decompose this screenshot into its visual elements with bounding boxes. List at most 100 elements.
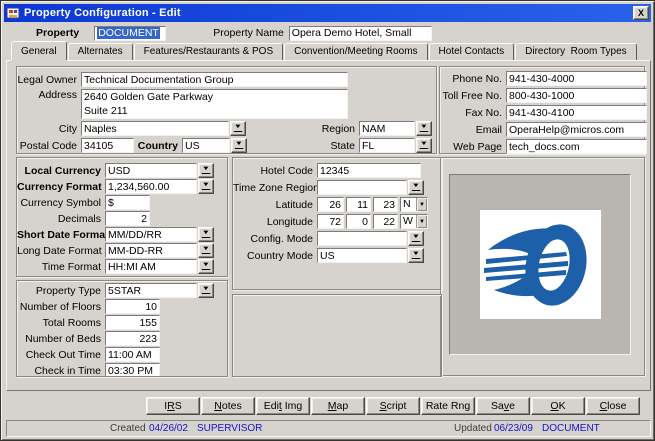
property-configuration-window: Property Configuration - Edit X Property… — [0, 0, 655, 441]
latitude-label: Latitude — [233, 199, 317, 211]
property-name-input[interactable] — [289, 26, 432, 41]
country-mode-lov-button[interactable]: ▼ — [408, 248, 424, 263]
tab-directory-room-types[interactable]: Directory Room Types — [515, 43, 637, 60]
tab-features-restaurants-pos[interactable]: Features/Restaurants & POS — [134, 43, 284, 60]
tab-convention-meeting-rooms[interactable]: Convention/Meeting Rooms — [284, 43, 427, 60]
number-of-beds-input[interactable] — [105, 331, 160, 346]
tab-alternates[interactable]: Alternates — [68, 43, 133, 60]
chevron-down-icon: ▼ — [416, 215, 427, 228]
email-input[interactable] — [506, 122, 647, 137]
address-line-1: 2640 Golden Gate Parkway — [84, 90, 345, 104]
close-button[interactable]: Close — [586, 397, 640, 415]
opera-logo-icon — [480, 210, 601, 319]
state-lov-button[interactable]: ▼ — [416, 138, 432, 153]
total-rooms-input[interactable] — [105, 315, 160, 330]
longitude-degrees-input[interactable] — [317, 214, 344, 229]
time-format-input[interactable] — [105, 259, 197, 274]
long-date-lov-button[interactable]: ▼ — [198, 243, 214, 258]
save-button[interactable]: Save — [476, 397, 530, 415]
phone-input[interactable] — [506, 71, 647, 86]
property-type-lov-button[interactable]: ▼ — [198, 283, 214, 298]
latitude-seconds-input[interactable] — [373, 197, 398, 212]
short-date-format-input[interactable] — [105, 227, 197, 242]
empty-panel — [232, 294, 442, 377]
time-zone-lov-button[interactable]: ▼ — [408, 180, 424, 195]
longitude-seconds-input[interactable] — [373, 214, 398, 229]
created-date: 04/26/02 — [149, 423, 188, 434]
list-of-values-icon: ▼ — [202, 231, 210, 238]
toll-free-input[interactable] — [506, 88, 647, 103]
created-by: SUPERVISOR — [197, 423, 262, 434]
postal-code-label: Postal Code — [17, 140, 81, 152]
region-input[interactable] — [359, 121, 415, 136]
longitude-label: Longitude — [233, 216, 317, 228]
irs-button[interactable]: IRS — [146, 397, 200, 415]
time-zone-region-input[interactable] — [317, 180, 407, 195]
map-button[interactable]: Map — [311, 397, 365, 415]
list-of-values-icon: ▼ — [420, 142, 428, 149]
latitude-direction-select[interactable]: N ▼ — [400, 197, 428, 212]
decimals-input[interactable] — [105, 211, 150, 226]
country-input[interactable] — [182, 138, 230, 153]
currency-symbol-input[interactable] — [105, 195, 150, 210]
property-image-group — [440, 157, 645, 376]
long-date-format-input[interactable] — [105, 243, 197, 258]
state-label: State — [313, 140, 359, 152]
country-mode-input[interactable] — [317, 248, 407, 263]
location-group: Hotel Code Time Zone Region ▼ Latitude N… — [232, 157, 442, 290]
ok-button[interactable]: OK — [531, 397, 585, 415]
number-of-floors-input[interactable] — [105, 299, 160, 314]
rate-rng-button[interactable]: Rate Rng — [421, 397, 475, 415]
tab-bar: General Alternates Features/Restaurants … — [11, 42, 638, 60]
currency-format-input[interactable] — [105, 179, 197, 194]
country-label: Country — [134, 140, 182, 152]
country-lov-button[interactable]: ▼ — [231, 138, 247, 153]
window-title: Property Configuration - Edit — [24, 7, 181, 19]
longitude-direction-select[interactable]: W ▼ — [400, 214, 428, 229]
total-rooms-label: Total Rooms — [17, 317, 105, 329]
property-input[interactable]: DOCUMENT — [94, 26, 166, 41]
local-currency-lov-button[interactable]: ▼ — [198, 163, 214, 178]
latitude-degrees-input[interactable] — [317, 197, 344, 212]
fax-input[interactable] — [506, 105, 647, 120]
state-input[interactable] — [359, 138, 415, 153]
longitude-minutes-input[interactable] — [346, 214, 371, 229]
created-label: Created — [110, 423, 146, 434]
legal-owner-input[interactable] — [81, 72, 348, 87]
postal-code-input[interactable] — [81, 138, 134, 153]
check-in-time-input[interactable] — [105, 363, 160, 377]
region-lov-button[interactable]: ▼ — [416, 121, 432, 136]
property-type-input[interactable] — [105, 283, 197, 298]
config-mode-lov-button[interactable]: ▼ — [408, 231, 424, 246]
app-icon — [6, 6, 20, 20]
city-lov-button[interactable]: ▼ — [230, 121, 246, 136]
time-format-label: Time Format — [17, 261, 105, 273]
currency-group: Local Currency ▼ Currency Format ▼ Curre… — [16, 157, 228, 277]
notes-button[interactable]: Notes — [201, 397, 255, 415]
local-currency-input[interactable] — [105, 163, 197, 178]
country-mode-label: Country Mode — [233, 250, 317, 262]
title-bar[interactable]: Property Configuration - Edit X — [4, 4, 651, 22]
tab-general[interactable]: General — [11, 41, 67, 60]
phone-label: Phone No. — [440, 73, 506, 85]
property-label: Property — [36, 27, 79, 39]
web-page-input[interactable] — [506, 139, 647, 154]
edit-img-button[interactable]: Edit Img — [256, 397, 310, 415]
number-of-beds-label: Number of Beds — [17, 333, 105, 345]
close-window-button[interactable]: X — [633, 6, 649, 20]
hotel-code-input[interactable] — [317, 163, 421, 178]
config-mode-input[interactable] — [317, 231, 407, 246]
short-date-lov-button[interactable]: ▼ — [198, 227, 214, 242]
currency-format-lov-button[interactable]: ▼ — [198, 179, 214, 194]
check-in-time-label: Check in Time — [17, 365, 105, 377]
chevron-down-icon: ▼ — [416, 198, 427, 211]
tab-hotel-contacts[interactable]: Hotel Contacts — [429, 43, 515, 60]
fax-label: Fax No. — [440, 107, 506, 119]
latitude-minutes-input[interactable] — [346, 197, 371, 212]
time-format-lov-button[interactable]: ▼ — [198, 259, 214, 274]
general-tab-pane: Legal Owner Address 2640 Golden Gate Par… — [6, 60, 651, 391]
address-input[interactable]: 2640 Golden Gate Parkway Suite 211 — [81, 89, 348, 119]
script-button[interactable]: Script — [366, 397, 420, 415]
check-out-time-input[interactable] — [105, 347, 160, 362]
city-input[interactable] — [81, 121, 229, 136]
